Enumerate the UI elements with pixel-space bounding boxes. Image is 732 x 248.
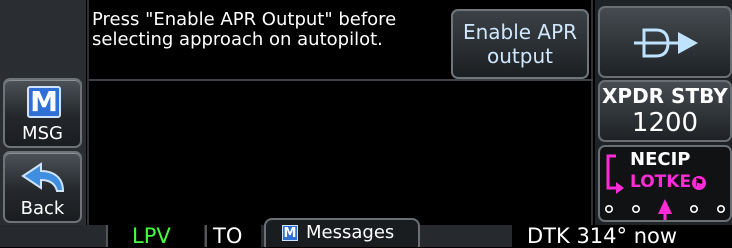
msg-icon: M xyxy=(27,86,61,118)
direct-to-icon xyxy=(634,28,698,58)
back-button-label: Back xyxy=(20,198,65,219)
flyover-icon: ⚑ xyxy=(692,176,707,190)
messages-tab[interactable]: M Messages xyxy=(264,218,420,247)
xpdr-mode: XPDR STBY xyxy=(602,84,728,108)
back-button[interactable]: Back xyxy=(3,151,82,223)
to-from-indicator: TO xyxy=(213,224,243,248)
approach-mode: LPV xyxy=(132,224,171,248)
from-waypoint: NECIP xyxy=(630,149,691,170)
leg-bracket-icon xyxy=(606,154,624,194)
msg-icon-letter: M xyxy=(30,85,58,118)
xpdr-code: 1200 xyxy=(631,108,699,138)
message-text: Press "Enable APR Output" before selecti… xyxy=(92,10,444,50)
dtk-readout: DTK 314° now xyxy=(527,224,678,248)
messages-tab-icon-letter: M xyxy=(283,226,297,241)
cdi-scale xyxy=(605,199,726,220)
enable-apr-button-line1: Enable APR xyxy=(462,20,578,44)
enable-apr-output-button[interactable]: Enable APR output xyxy=(451,9,589,79)
enable-apr-button-line2: output xyxy=(487,44,553,68)
to-waypoint-label: LOTKE xyxy=(630,172,692,192)
back-arrow-icon xyxy=(21,162,65,192)
direct-to-button[interactable] xyxy=(598,6,732,78)
message-divider xyxy=(89,79,593,81)
message-line-1: Press "Enable APR Output" before xyxy=(92,9,397,30)
messages-tab-icon: M xyxy=(282,225,298,241)
msg-button[interactable]: M MSG xyxy=(3,78,82,148)
to-waypoint: LOTKE ⚑ xyxy=(630,172,707,192)
messages-tab-label: Messages xyxy=(306,222,395,243)
msg-button-label: MSG xyxy=(22,123,63,144)
message-line-2: selecting approach on autopilot. xyxy=(92,29,383,50)
